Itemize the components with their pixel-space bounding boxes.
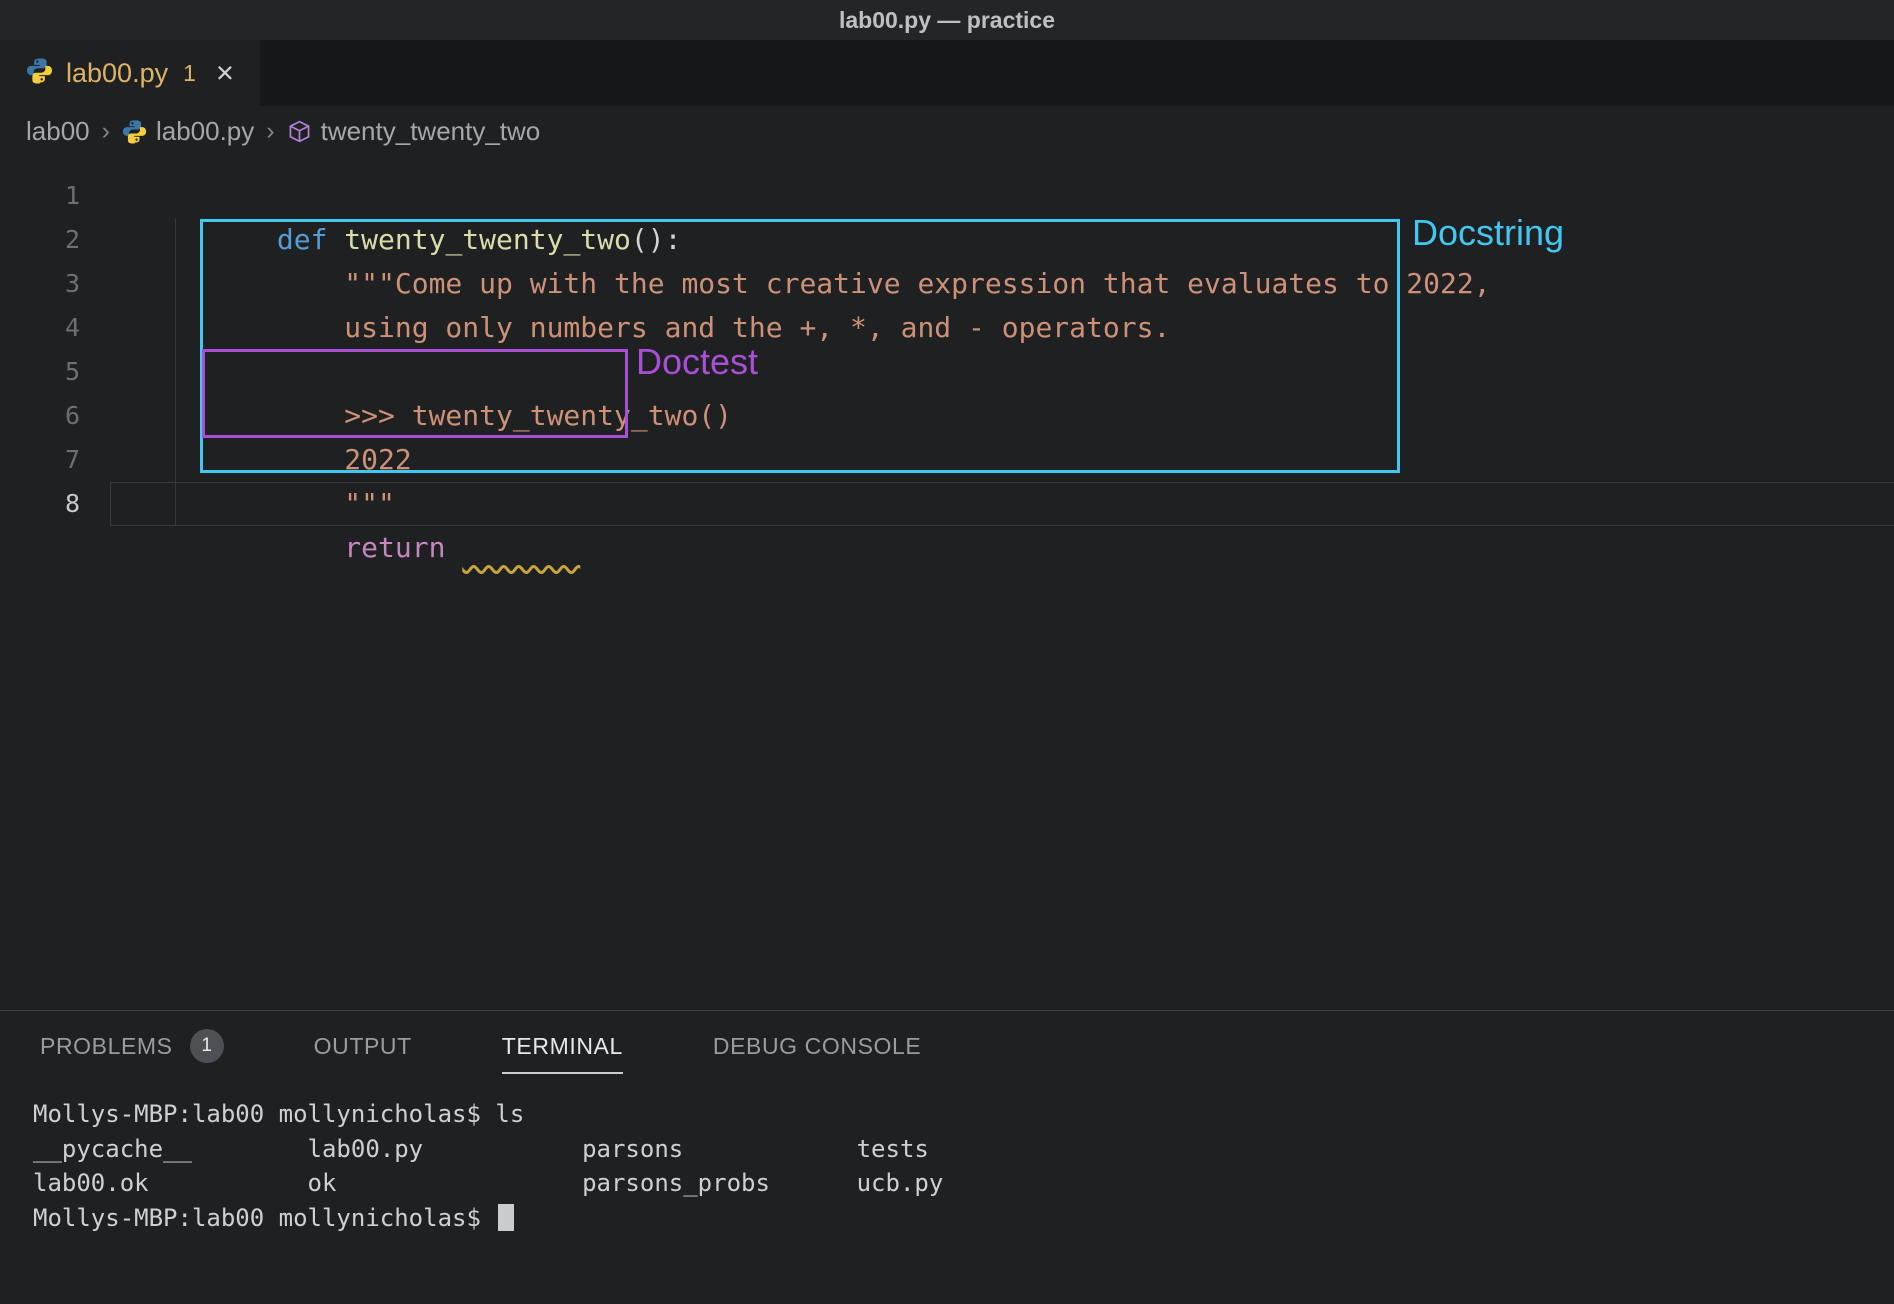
line-number: 3: [0, 262, 80, 306]
panel-tab-label: PROBLEMS: [40, 1033, 173, 1060]
line-number: 7: [0, 438, 80, 482]
breadcrumb-folder[interactable]: lab00: [26, 116, 90, 147]
code-editor[interactable]: 1 def twenty_twenty_two(): 2 """Come up …: [0, 156, 1894, 1010]
python-file-icon: [122, 119, 147, 144]
panel-tab-terminal[interactable]: TERMINAL: [502, 1033, 623, 1060]
code-line-8[interactable]: 8 return: [0, 482, 1894, 526]
panel-tab-output[interactable]: OUTPUT: [314, 1033, 412, 1060]
terminal-prompt: Mollys-MBP:lab00 mollynicholas$: [33, 1204, 495, 1232]
line-number: 1: [0, 174, 80, 218]
indent-guide: [175, 218, 176, 526]
breadcrumb: lab00 › lab00.py › twenty_twenty_two: [0, 106, 1894, 156]
symbol-cube-icon: [287, 119, 312, 144]
breadcrumb-file[interactable]: lab00.py: [156, 116, 254, 147]
line-number: 5: [0, 350, 80, 394]
window-title: lab00.py — practice: [839, 7, 1055, 34]
terminal-cursor: [498, 1204, 514, 1231]
docstring-annotation-label: Docstring: [1412, 212, 1564, 254]
terminal-line: lab00.ok ok parsons_probs ucb.py: [33, 1166, 1894, 1201]
breadcrumb-separator-icon: ›: [266, 117, 274, 146]
breadcrumb-symbol[interactable]: twenty_twenty_two: [321, 116, 541, 147]
line-number: 4: [0, 306, 80, 350]
terminal-line: __pycache__ lab00.py parsons tests: [33, 1132, 1894, 1167]
tab-close-icon[interactable]: ×: [216, 55, 234, 91]
breadcrumb-separator-icon: ›: [102, 117, 110, 146]
code-line-1[interactable]: 1 def twenty_twenty_two():: [0, 174, 1894, 218]
doctest-annotation-label: Doctest: [636, 341, 758, 383]
panel-tab-debug-console[interactable]: DEBUG CONSOLE: [713, 1033, 921, 1060]
python-file-icon: [26, 57, 53, 89]
panel-tab-problems[interactable]: PROBLEMS 1: [40, 1029, 224, 1063]
tab-problems-count: 1: [183, 60, 196, 87]
tab-lab00py[interactable]: lab00.py 1 ×: [0, 40, 260, 106]
error-squiggle: [462, 531, 580, 564]
window-titlebar: lab00.py — practice: [0, 0, 1894, 40]
tab-filename: lab00.py: [66, 58, 168, 89]
panel-tab-bar: PROBLEMS 1 OUTPUT TERMINAL DEBUG CONSOLE: [0, 1011, 1894, 1081]
line-number: 2: [0, 218, 80, 262]
line-number: 6: [0, 394, 80, 438]
terminal-line: Mollys-MBP:lab00 mollynicholas$ ls: [33, 1097, 1894, 1132]
editor-tab-bar: lab00.py 1 ×: [0, 40, 1894, 106]
keyword-return: return: [277, 531, 446, 564]
bottom-panel: PROBLEMS 1 OUTPUT TERMINAL DEBUG CONSOLE…: [0, 1010, 1894, 1304]
terminal[interactable]: Mollys-MBP:lab00 mollynicholas$ ls __pyc…: [0, 1081, 1894, 1235]
problems-count-badge: 1: [190, 1029, 224, 1063]
line-number: 8: [0, 482, 80, 526]
doctest-annotation-box: [202, 349, 628, 438]
terminal-line: Mollys-MBP:lab00 mollynicholas$: [33, 1201, 1894, 1236]
